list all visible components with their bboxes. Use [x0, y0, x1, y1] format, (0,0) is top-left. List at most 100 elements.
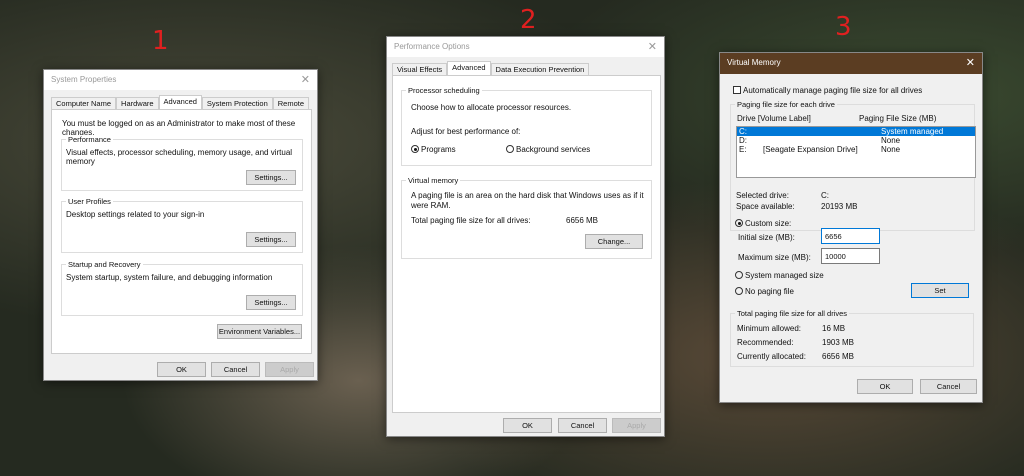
cancel-button[interactable]: Cancel	[920, 379, 977, 394]
title-bar: Performance Options ✕	[387, 37, 664, 57]
apply-button[interactable]: Apply	[612, 418, 661, 433]
marker-2: 2	[520, 5, 537, 35]
selected-drive-value: C:	[821, 191, 829, 200]
cancel-button[interactable]: Cancel	[558, 418, 607, 433]
recommended-value: 1903 MB	[822, 338, 855, 347]
group-label: User Profiles	[66, 197, 113, 206]
checkbox-icon	[733, 86, 741, 94]
group-label: Virtual memory	[406, 176, 461, 185]
dialog-title: Virtual Memory	[727, 58, 781, 67]
virtual-memory-group: Virtual memory A paging file is an area …	[401, 176, 652, 259]
ok-button[interactable]: OK	[857, 379, 913, 394]
radio-label: No paging file	[745, 287, 794, 296]
close-icon[interactable]: ✕	[648, 40, 657, 53]
group-label: Total paging file size for all drives	[735, 309, 850, 318]
group-desc: Desktop settings related to your sign-in	[66, 210, 205, 219]
performance-settings-button[interactable]: Settings...	[246, 170, 296, 185]
checkbox-label: Automatically manage paging file size fo…	[743, 86, 923, 95]
drive-letter: E:	[739, 145, 747, 154]
initial-size-label: Initial size (MB):	[738, 233, 795, 242]
space-available-label: Space available:	[736, 202, 795, 211]
title-bar: System Properties ✕	[44, 70, 317, 90]
column-drive: Drive [Volume Label]	[737, 114, 811, 123]
maximum-size-label: Maximum size (MB):	[738, 253, 811, 262]
change-button[interactable]: Change...	[585, 234, 643, 249]
marker-3: 3	[835, 12, 852, 42]
ok-button[interactable]: OK	[503, 418, 552, 433]
currently-allocated-value: 6656 MB	[822, 352, 855, 361]
radio-icon	[506, 145, 514, 153]
radio-label: Background services	[516, 145, 591, 154]
radio-label: System managed size	[745, 271, 824, 280]
tab-advanced[interactable]: Advanced	[447, 61, 491, 75]
tab-advanced[interactable]: Advanced	[158, 95, 202, 109]
radio-selected-icon	[735, 219, 743, 227]
system-managed-radio[interactable]: System managed size	[735, 271, 824, 280]
performance-options-dialog: Performance Options ✕ Visual Effects Adva…	[386, 36, 665, 437]
tab-panel: You must be logged on as an Administrato…	[51, 109, 312, 354]
minimum-allowed-label: Minimum allowed:	[737, 324, 802, 333]
dialog-title: System Properties	[51, 75, 117, 84]
no-paging-radio[interactable]: No paging file	[735, 287, 794, 296]
radio-selected-icon	[411, 145, 419, 153]
programs-radio[interactable]: Programs	[411, 145, 456, 154]
group-desc: System startup, system failure, and debu…	[66, 273, 273, 282]
dialog-title: Performance Options	[394, 42, 470, 51]
total-paging-value: 6656 MB	[566, 216, 599, 225]
group-label: Paging file size for each drive	[735, 100, 837, 109]
tab-data-execution-prevention[interactable]: Data Execution Prevention	[490, 63, 590, 75]
cancel-button[interactable]: Cancel	[211, 362, 260, 377]
startup-settings-button[interactable]: Settings...	[246, 295, 296, 310]
drive-row[interactable]: E: [Seagate Expansion Drive] None	[737, 145, 975, 154]
total-paging-group: Total paging file size for all drives Mi…	[730, 309, 974, 367]
group-label: Processor scheduling	[406, 86, 482, 95]
drive-list[interactable]: C: System managed D: None E: [Seagate Expan…	[736, 126, 976, 178]
marker-1: 1	[152, 26, 169, 56]
user-profiles-group: User Profiles Desktop settings related t…	[61, 197, 303, 253]
environment-variables-button[interactable]: Environment Variables...	[217, 324, 302, 339]
set-button[interactable]: Set	[911, 283, 969, 298]
total-paging-label: Total paging file size for all drives:	[411, 216, 531, 225]
tab-remote[interactable]: Remote	[272, 97, 310, 109]
maximum-size-input[interactable]: 10000	[821, 248, 880, 264]
virtual-memory-dialog: Virtual Memory ✕ Automatically manage pag…	[719, 52, 983, 403]
radio-label: Programs	[421, 145, 456, 154]
tab-computer-name[interactable]: Computer Name	[51, 97, 117, 109]
drive-row[interactable]: D: None	[737, 136, 975, 145]
tab-panel: Processor scheduling Choose how to alloc…	[392, 75, 661, 413]
group-desc: Choose how to allocate processor resourc…	[411, 103, 572, 112]
minimum-allowed-value: 16 MB	[822, 324, 846, 333]
initial-size-input[interactable]: 6656	[821, 228, 880, 244]
drive-size: None	[881, 145, 901, 154]
startup-recovery-group: Startup and Recovery System startup, sys…	[61, 260, 303, 316]
drive-letter: C:	[739, 127, 747, 136]
ok-button[interactable]: OK	[157, 362, 206, 377]
radio-label: Custom size:	[745, 219, 792, 228]
drive-size: None	[881, 136, 901, 145]
column-size: Paging File Size (MB)	[859, 114, 937, 123]
tab-hardware[interactable]: Hardware	[116, 97, 159, 109]
title-bar: Virtual Memory ✕	[720, 53, 982, 74]
close-icon[interactable]: ✕	[966, 56, 975, 69]
auto-manage-checkbox[interactable]: Automatically manage paging file size fo…	[733, 86, 922, 95]
drive-row[interactable]: C: System managed	[737, 127, 975, 136]
processor-scheduling-group: Processor scheduling Choose how to alloc…	[401, 86, 652, 166]
performance-group: Performance Visual effects, processor sc…	[61, 135, 303, 191]
drive-size: System managed	[881, 127, 944, 136]
user-profiles-settings-button[interactable]: Settings...	[246, 232, 296, 247]
apply-button[interactable]: Apply	[265, 362, 314, 377]
group-label: Performance	[66, 135, 113, 144]
currently-allocated-label: Currently allocated:	[737, 352, 806, 361]
tab-visual-effects[interactable]: Visual Effects	[392, 63, 448, 75]
custom-size-radio[interactable]: Custom size:	[735, 219, 791, 228]
group-label: Startup and Recovery	[66, 260, 143, 269]
radio-icon	[735, 271, 743, 279]
group-desc: Visual effects, processor scheduling, me…	[66, 148, 293, 166]
background-services-radio[interactable]: Background services	[506, 145, 590, 154]
adjust-label: Adjust for best performance of:	[411, 127, 521, 136]
radio-icon	[735, 287, 743, 295]
tab-system-protection[interactable]: System Protection	[201, 97, 273, 109]
paging-file-group: Paging file size for each drive Drive [V…	[730, 100, 976, 231]
drive-letter: D:	[739, 136, 747, 145]
close-icon[interactable]: ✕	[301, 73, 310, 86]
